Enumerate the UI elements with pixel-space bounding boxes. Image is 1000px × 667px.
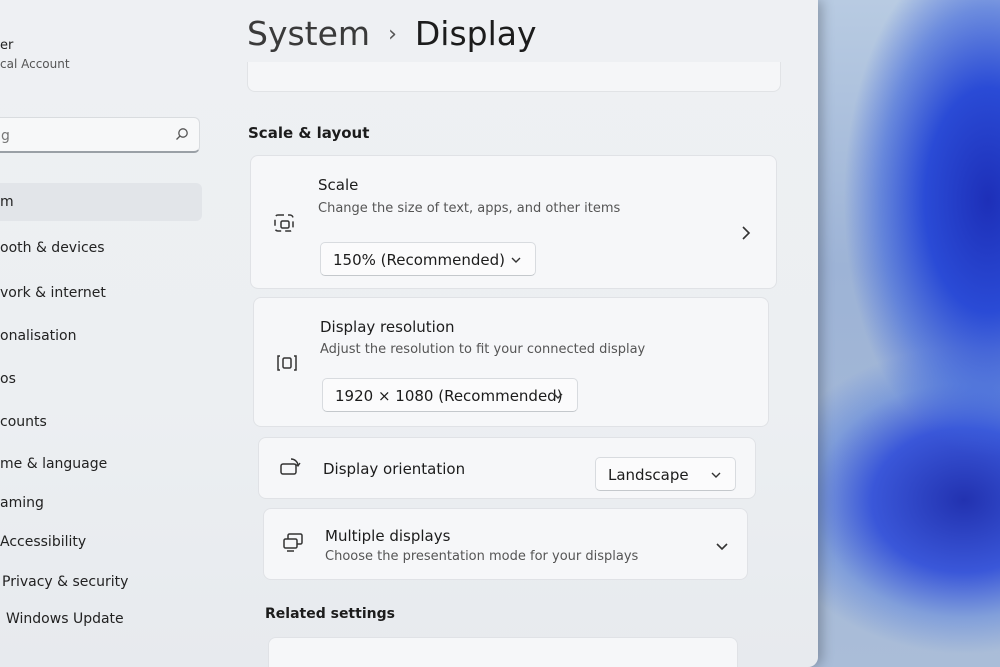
related-settings-card[interactable]: [268, 637, 738, 667]
scale-dropdown[interactable]: 150% (Recommended): [320, 242, 536, 276]
breadcrumb-system[interactable]: System: [247, 14, 370, 53]
sidebar-item-bluetooth-devices[interactable]: ooth & devices: [0, 229, 202, 267]
related-settings-title: Related settings: [265, 606, 395, 622]
resolution-description: Adjust the resolution to fit your connec…: [320, 342, 646, 357]
user-account-type: cal Account: [0, 57, 70, 71]
sidebar-item-apps[interactable]: os: [0, 360, 202, 398]
chevron-down-icon: [511, 257, 521, 263]
breadcrumb-separator: ›: [388, 22, 397, 47]
brightness-card-edge: [247, 62, 781, 92]
scale-dropdown-value: 150% (Recommended): [333, 251, 505, 269]
sidebar-item-windows-update[interactable]: Windows Update: [0, 600, 202, 638]
orientation-title: Display orientation: [323, 460, 466, 478]
scale-title: Scale: [318, 176, 359, 194]
orientation-dropdown[interactable]: Landscape: [595, 457, 736, 491]
sidebar-item-accounts[interactable]: counts: [0, 403, 202, 441]
resolution-icon: [277, 355, 297, 371]
sidebar-item-time-language[interactable]: me & language: [0, 445, 202, 483]
scale-description: Change the size of text, apps, and other…: [318, 201, 621, 216]
settings-window: er cal Account g m ooth & devices vork &…: [0, 0, 818, 667]
chevron-down-icon[interactable]: [716, 542, 728, 552]
orientation-card: Display orientation Landscape: [258, 437, 756, 499]
sidebar-item-personalisation[interactable]: onalisation: [0, 317, 202, 355]
page-title: Display: [414, 14, 537, 53]
section-title: Scale & layout: [248, 124, 370, 142]
resolution-title: Display resolution: [320, 318, 455, 336]
sidebar-item-gaming[interactable]: aming: [0, 484, 202, 522]
resolution-dropdown-value: 1920 × 1080 (Recommended): [335, 387, 563, 405]
multiple-displays-icon: [283, 533, 303, 552]
multiple-displays-description: Choose the presentation mode for your di…: [325, 549, 639, 564]
scale-card[interactable]: Scale Change the size of text, apps, and…: [250, 155, 777, 289]
breadcrumb: System › Display: [247, 14, 537, 53]
orientation-icon: [280, 458, 301, 475]
sidebar-item-accessibility[interactable]: Accessibility: [0, 523, 202, 561]
multiple-displays-title: Multiple displays: [325, 527, 451, 545]
sidebar-item-privacy-security[interactable]: Privacy & security: [0, 563, 202, 601]
resolution-card: Display resolution Adjust the resolution…: [253, 297, 769, 427]
user-name: er: [0, 38, 14, 53]
chevron-down-icon: [711, 472, 721, 478]
sidebar-item-system[interactable]: m: [0, 183, 202, 221]
multiple-displays-card[interactable]: Multiple displays Choose the presentatio…: [263, 508, 748, 580]
chevron-down-icon: [553, 393, 563, 399]
scale-icon: [274, 214, 294, 232]
resolution-dropdown[interactable]: 1920 × 1080 (Recommended): [322, 378, 578, 412]
search-icon[interactable]: [175, 127, 189, 141]
search-input[interactable]: g: [0, 117, 200, 153]
search-placeholder: g: [1, 128, 10, 144]
orientation-dropdown-value: Landscape: [608, 466, 689, 484]
chevron-right-icon[interactable]: [741, 226, 751, 240]
sidebar-item-network-internet[interactable]: vork & internet: [0, 274, 202, 312]
